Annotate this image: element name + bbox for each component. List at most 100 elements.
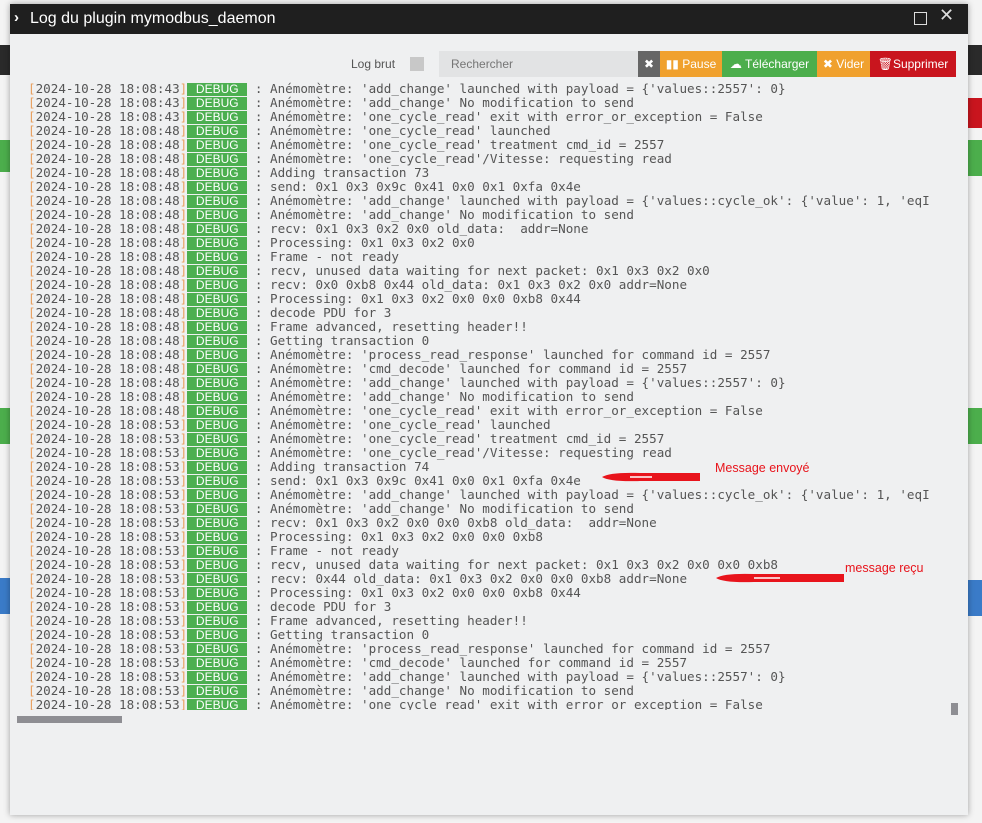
log-timestamp: [2024-10-28 18:08:48] bbox=[28, 263, 188, 278]
log-timestamp: [2024-10-28 18:08:48] bbox=[28, 319, 188, 334]
log-timestamp: [2024-10-28 18:08:53] bbox=[28, 515, 188, 530]
log-line: [2024-10-28 18:08:48] DEBUG : Frame advan… bbox=[28, 320, 953, 334]
log-level-badge: DEBUG bbox=[187, 209, 248, 222]
log-level-badge: DEBUG bbox=[187, 685, 248, 698]
close-button[interactable]: ✕ bbox=[939, 5, 954, 26]
vertical-scrollbar[interactable] bbox=[951, 703, 958, 715]
log-line: [2024-10-28 18:08:48] DEBUG : Anémomètre:… bbox=[28, 152, 953, 166]
log-level-badge: DEBUG bbox=[187, 699, 248, 710]
log-line: [2024-10-28 18:08:53] DEBUG : Anémomètre:… bbox=[28, 446, 953, 460]
log-level-badge: DEBUG bbox=[187, 489, 248, 502]
red-arrow-sent bbox=[602, 472, 700, 482]
background-blue-bar bbox=[968, 580, 982, 616]
log-line: [2024-10-28 18:08:53] DEBUG : Frame - not… bbox=[28, 544, 953, 558]
log-level-badge: DEBUG bbox=[187, 321, 248, 334]
log-line: [2024-10-28 18:08:43] DEBUG : Anémomètre:… bbox=[28, 82, 953, 96]
clear-search-button[interactable]: ✖ bbox=[638, 51, 660, 77]
log-timestamp: [2024-10-28 18:08:48] bbox=[28, 361, 188, 376]
log-message: : send: 0x1 0x3 0x9c 0x41 0x0 0x1 0xfa 0… bbox=[254, 179, 581, 194]
log-dialog: › Log du plugin mymodbus_daemon ✕ Log br… bbox=[10, 4, 968, 815]
download-button[interactable]: ☁ Télécharger bbox=[722, 51, 817, 77]
log-level-badge: DEBUG bbox=[187, 83, 248, 96]
delete-button[interactable]: 🗑Supprimer bbox=[870, 51, 956, 77]
log-line: [2024-10-28 18:08:53] DEBUG : Anémomètre:… bbox=[28, 642, 953, 656]
horizontal-scrollbar[interactable] bbox=[17, 716, 122, 723]
raw-log-checkbox[interactable] bbox=[410, 57, 424, 71]
log-message: : Anémomètre: 'process_read_response' la… bbox=[254, 641, 771, 656]
log-line: [2024-10-28 18:08:43] DEBUG : Anémomètre:… bbox=[28, 96, 953, 110]
log-timestamp: [2024-10-28 18:08:53] bbox=[28, 431, 188, 446]
pause-label: Pause bbox=[682, 57, 717, 71]
dialog-titlebar[interactable]: › Log du plugin mymodbus_daemon ✕ bbox=[10, 4, 968, 34]
log-message: : Processing: 0x1 0x3 0x2 0x0 0x0 0xb8 0… bbox=[254, 291, 581, 306]
log-message: : Anémomètre: 'one_cycle_read'/Vitesse: … bbox=[254, 445, 672, 460]
log-level-badge: DEBUG bbox=[187, 517, 248, 530]
log-timestamp: [2024-10-28 18:08:53] bbox=[28, 669, 188, 684]
log-level-badge: DEBUG bbox=[187, 405, 248, 418]
log-level-badge: DEBUG bbox=[187, 251, 248, 264]
log-message: : Frame advanced, resetting header!! bbox=[254, 613, 528, 628]
pause-button[interactable]: ▮▮ Pause bbox=[660, 51, 722, 77]
empty-button[interactable]: ✖ Vider bbox=[817, 51, 870, 77]
log-level-badge: DEBUG bbox=[187, 671, 248, 684]
log-level-badge: DEBUG bbox=[187, 139, 248, 152]
log-level-badge: DEBUG bbox=[187, 97, 248, 110]
log-line: [2024-10-28 18:08:48] DEBUG : Anémomètre:… bbox=[28, 362, 953, 376]
log-timestamp: [2024-10-28 18:08:48] bbox=[28, 333, 188, 348]
log-message: : Processing: 0x1 0x3 0x2 0x0 bbox=[254, 235, 475, 250]
log-level-badge: DEBUG bbox=[187, 125, 248, 138]
log-line: [2024-10-28 18:08:48] DEBUG : Adding tran… bbox=[28, 166, 953, 180]
annotation-sent: Message envoyé bbox=[715, 461, 810, 475]
log-timestamp: [2024-10-28 18:08:48] bbox=[28, 207, 188, 222]
log-level-badge: DEBUG bbox=[187, 615, 248, 628]
log-line: [2024-10-28 18:08:53] DEBUG : Anémomètre:… bbox=[28, 502, 953, 516]
log-line: [2024-10-28 18:08:53] DEBUG : Anémomètre:… bbox=[28, 432, 953, 446]
log-message: : Anémomètre: 'add_change' launched with… bbox=[254, 81, 786, 96]
log-message: : decode PDU for 3 bbox=[254, 305, 392, 320]
log-timestamp: [2024-10-28 18:08:48] bbox=[28, 221, 188, 236]
log-timestamp: [2024-10-28 18:08:48] bbox=[28, 249, 188, 264]
log-line: [2024-10-28 18:08:48] DEBUG : recv: 0x1 0… bbox=[28, 222, 953, 236]
log-line: [2024-10-28 18:08:53] DEBUG : Getting tra… bbox=[28, 628, 953, 642]
log-line: [2024-10-28 18:08:48] DEBUG : recv: 0x0 0… bbox=[28, 278, 953, 292]
search-input[interactable] bbox=[439, 51, 638, 77]
log-timestamp: [2024-10-28 18:08:48] bbox=[28, 347, 188, 362]
log-line: [2024-10-28 18:08:48] DEBUG : Anémomètre:… bbox=[28, 390, 953, 404]
log-timestamp: [2024-10-28 18:08:53] bbox=[28, 683, 188, 698]
log-line: [2024-10-28 18:08:48] DEBUG : Anémomètre:… bbox=[28, 376, 953, 390]
log-output[interactable]: [2024-10-28 18:08:43] DEBUG : Anémomètre:… bbox=[28, 78, 953, 710]
log-level-badge: DEBUG bbox=[187, 223, 248, 236]
log-level-badge: DEBUG bbox=[187, 643, 248, 656]
log-line: [2024-10-28 18:08:53] DEBUG : Anémomètre:… bbox=[28, 488, 953, 502]
log-message: : recv: 0x1 0x3 0x2 0x0 0x0 0xb8 old_dat… bbox=[254, 515, 657, 530]
log-message: : recv: 0x1 0x3 0x2 0x0 old_data: addr=N… bbox=[254, 221, 589, 236]
times-icon: ✖ bbox=[822, 57, 837, 71]
log-timestamp: [2024-10-28 18:08:48] bbox=[28, 277, 188, 292]
log-timestamp: [2024-10-28 18:08:48] bbox=[28, 403, 188, 418]
log-message: : Adding transaction 74 bbox=[254, 459, 430, 474]
log-message: : Anémomètre: 'add_change' No modificati… bbox=[254, 207, 634, 222]
log-level-badge: DEBUG bbox=[187, 587, 248, 600]
log-timestamp: [2024-10-28 18:08:48] bbox=[28, 165, 188, 180]
log-line: [2024-10-28 18:08:48] DEBUG : recv, unuse… bbox=[28, 264, 953, 278]
background-green-button bbox=[968, 140, 982, 176]
log-message: : Anémomètre: 'add_change' launched with… bbox=[254, 375, 786, 390]
pause-icon: ▮▮ bbox=[665, 57, 683, 71]
log-message: : Frame - not ready bbox=[254, 249, 399, 264]
log-level-badge: DEBUG bbox=[187, 377, 248, 390]
log-level-badge: DEBUG bbox=[187, 391, 248, 404]
log-level-badge: DEBUG bbox=[187, 545, 248, 558]
log-message: : Anémomètre: 'one_cycle_read' launched bbox=[254, 417, 551, 432]
log-line: [2024-10-28 18:08:53] DEBUG : Anémomètre:… bbox=[28, 670, 953, 684]
log-message: : Getting transaction 0 bbox=[254, 333, 430, 348]
maximize-button[interactable] bbox=[914, 9, 927, 30]
log-level-badge: DEBUG bbox=[187, 265, 248, 278]
log-timestamp: [2024-10-28 18:08:48] bbox=[28, 193, 188, 208]
log-level-badge: DEBUG bbox=[187, 531, 248, 544]
log-line: [2024-10-28 18:08:48] DEBUG : Anémomètre:… bbox=[28, 138, 953, 152]
trash-icon: 🗑 bbox=[877, 57, 893, 71]
log-timestamp: [2024-10-28 18:08:53] bbox=[28, 557, 188, 572]
log-timestamp: [2024-10-28 18:08:53] bbox=[28, 473, 188, 488]
log-line: [2024-10-28 18:08:53] DEBUG : Anémomètre:… bbox=[28, 418, 953, 432]
chevron-right-icon: › bbox=[14, 9, 19, 26]
